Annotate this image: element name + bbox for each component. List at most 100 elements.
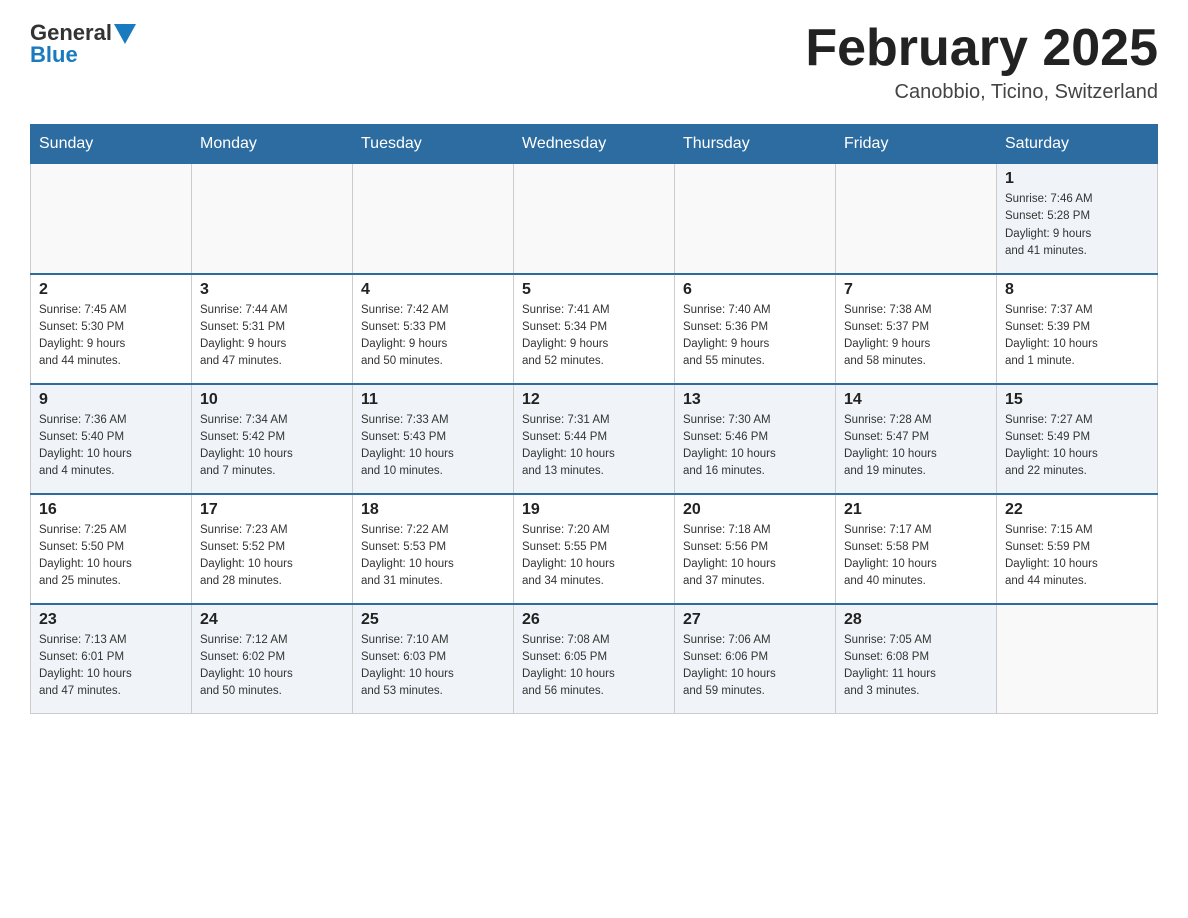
calendar-cell: 2 Sunrise: 7:45 AM Sunset: 5:30 PM Daylig…: [31, 274, 192, 384]
day-info: Sunrise: 7:22 AM Sunset: 5:53 PM Dayligh…: [361, 522, 505, 591]
calendar-table: SundayMondayTuesdayWednesdayThursdayFrid…: [30, 124, 1158, 714]
weekday-header-wednesday: Wednesday: [514, 125, 675, 164]
weekday-header-friday: Friday: [836, 125, 997, 164]
day-info: Sunrise: 7:10 AM Sunset: 6:03 PM Dayligh…: [361, 632, 505, 701]
weekday-header-thursday: Thursday: [675, 125, 836, 164]
day-info: Sunrise: 7:41 AM Sunset: 5:34 PM Dayligh…: [522, 302, 666, 371]
day-info: Sunrise: 7:40 AM Sunset: 5:36 PM Dayligh…: [683, 302, 827, 371]
calendar-cell: 7 Sunrise: 7:38 AM Sunset: 5:37 PM Daylig…: [836, 274, 997, 384]
day-number: 7: [844, 281, 988, 299]
day-number: 28: [844, 611, 988, 629]
calendar-cell: 18 Sunrise: 7:22 AM Sunset: 5:53 PM Dayli…: [353, 494, 514, 604]
day-info: Sunrise: 7:37 AM Sunset: 5:39 PM Dayligh…: [1005, 302, 1149, 371]
weekday-header-saturday: Saturday: [997, 125, 1158, 164]
day-number: 6: [683, 281, 827, 299]
day-number: 24: [200, 611, 344, 629]
calendar-cell: 13Sunrise: 7:30 AM Sunset: 5:46 PM Dayli…: [675, 384, 836, 494]
day-info: Sunrise: 7:38 AM Sunset: 5:37 PM Dayligh…: [844, 302, 988, 371]
day-number: 20: [683, 501, 827, 519]
calendar-cell: 22 Sunrise: 7:15 AM Sunset: 5:59 PM Dayli…: [997, 494, 1158, 604]
calendar-cell: 20 Sunrise: 7:18 AM Sunset: 5:56 PM Dayli…: [675, 494, 836, 604]
calendar-cell: 12Sunrise: 7:31 AM Sunset: 5:44 PM Dayli…: [514, 384, 675, 494]
calendar-cell: 17 Sunrise: 7:23 AM Sunset: 5:52 PM Dayli…: [192, 494, 353, 604]
weekday-header-monday: Monday: [192, 125, 353, 164]
page-header: General Blue February 2025 Canobbio, Tic…: [30, 20, 1158, 104]
calendar-week-row: 16 Sunrise: 7:25 AM Sunset: 5:50 PM Dayli…: [31, 494, 1158, 604]
day-info: Sunrise: 7:42 AM Sunset: 5:33 PM Dayligh…: [361, 302, 505, 371]
calendar-week-row: 9 Sunrise: 7:36 AM Sunset: 5:40 PM Daylig…: [31, 384, 1158, 494]
calendar-cell: 23Sunrise: 7:13 AM Sunset: 6:01 PM Dayli…: [31, 604, 192, 714]
calendar-cell: 14 Sunrise: 7:28 AM Sunset: 5:47 PM Dayli…: [836, 384, 997, 494]
day-info: Sunrise: 7:05 AM Sunset: 6:08 PM Dayligh…: [844, 632, 988, 701]
day-info: Sunrise: 7:12 AM Sunset: 6:02 PM Dayligh…: [200, 632, 344, 701]
location: Canobbio, Ticino, Switzerland: [805, 81, 1158, 104]
day-info: Sunrise: 7:20 AM Sunset: 5:55 PM Dayligh…: [522, 522, 666, 591]
calendar-cell: 10 Sunrise: 7:34 AM Sunset: 5:42 PM Dayli…: [192, 384, 353, 494]
day-info: Sunrise: 7:27 AM Sunset: 5:49 PM Dayligh…: [1005, 412, 1149, 481]
day-number: 15: [1005, 391, 1149, 409]
calendar-cell: 24 Sunrise: 7:12 AM Sunset: 6:02 PM Dayli…: [192, 604, 353, 714]
day-number: 2: [39, 281, 183, 299]
calendar-cell: 16 Sunrise: 7:25 AM Sunset: 5:50 PM Dayli…: [31, 494, 192, 604]
day-info: Sunrise: 7:25 AM Sunset: 5:50 PM Dayligh…: [39, 522, 183, 591]
day-number: 10: [200, 391, 344, 409]
day-info: Sunrise: 7:31 AM Sunset: 5:44 PM Dayligh…: [522, 412, 666, 481]
day-number: 11: [361, 391, 505, 409]
calendar-cell: 11 Sunrise: 7:33 AM Sunset: 5:43 PM Dayli…: [353, 384, 514, 494]
calendar-cell: [997, 604, 1158, 714]
day-info: Sunrise: 7:45 AM Sunset: 5:30 PM Dayligh…: [39, 302, 183, 371]
day-number: 18: [361, 501, 505, 519]
calendar-week-row: 2 Sunrise: 7:45 AM Sunset: 5:30 PM Daylig…: [31, 274, 1158, 384]
calendar-cell: 5 Sunrise: 7:41 AM Sunset: 5:34 PM Daylig…: [514, 274, 675, 384]
day-info: Sunrise: 7:34 AM Sunset: 5:42 PM Dayligh…: [200, 412, 344, 481]
calendar-cell: 1Sunrise: 7:46 AM Sunset: 5:28 PM Daylig…: [997, 164, 1158, 274]
day-info: Sunrise: 7:08 AM Sunset: 6:05 PM Dayligh…: [522, 632, 666, 701]
day-number: 17: [200, 501, 344, 519]
day-info: Sunrise: 7:36 AM Sunset: 5:40 PM Dayligh…: [39, 412, 183, 481]
calendar-cell: 8 Sunrise: 7:37 AM Sunset: 5:39 PM Daylig…: [997, 274, 1158, 384]
day-number: 9: [39, 391, 183, 409]
calendar-cell: [353, 164, 514, 274]
calendar-week-row: 23Sunrise: 7:13 AM Sunset: 6:01 PM Dayli…: [31, 604, 1158, 714]
day-number: 8: [1005, 281, 1149, 299]
day-number: 22: [1005, 501, 1149, 519]
day-info: Sunrise: 7:33 AM Sunset: 5:43 PM Dayligh…: [361, 412, 505, 481]
day-info: Sunrise: 7:44 AM Sunset: 5:31 PM Dayligh…: [200, 302, 344, 371]
calendar-cell: [192, 164, 353, 274]
calendar-cell: [514, 164, 675, 274]
day-number: 21: [844, 501, 988, 519]
calendar-cell: [836, 164, 997, 274]
day-info: Sunrise: 7:13 AM Sunset: 6:01 PM Dayligh…: [39, 632, 183, 701]
calendar-cell: 27Sunrise: 7:06 AM Sunset: 6:06 PM Dayli…: [675, 604, 836, 714]
day-number: 4: [361, 281, 505, 299]
day-info: Sunrise: 7:15 AM Sunset: 5:59 PM Dayligh…: [1005, 522, 1149, 591]
day-info: Sunrise: 7:18 AM Sunset: 5:56 PM Dayligh…: [683, 522, 827, 591]
title-section: February 2025 Canobbio, Ticino, Switzerl…: [805, 20, 1158, 104]
calendar-cell: 21Sunrise: 7:17 AM Sunset: 5:58 PM Dayli…: [836, 494, 997, 604]
calendar-cell: 9 Sunrise: 7:36 AM Sunset: 5:40 PM Daylig…: [31, 384, 192, 494]
calendar-week-row: 1Sunrise: 7:46 AM Sunset: 5:28 PM Daylig…: [31, 164, 1158, 274]
day-info: Sunrise: 7:23 AM Sunset: 5:52 PM Dayligh…: [200, 522, 344, 591]
weekday-header-sunday: Sunday: [31, 125, 192, 164]
day-number: 5: [522, 281, 666, 299]
calendar-cell: 25Sunrise: 7:10 AM Sunset: 6:03 PM Dayli…: [353, 604, 514, 714]
day-number: 19: [522, 501, 666, 519]
day-number: 1: [1005, 170, 1149, 188]
month-title: February 2025: [805, 20, 1158, 77]
calendar-cell: 15 Sunrise: 7:27 AM Sunset: 5:49 PM Dayli…: [997, 384, 1158, 494]
day-number: 16: [39, 501, 183, 519]
logo: General Blue: [30, 20, 136, 68]
day-number: 3: [200, 281, 344, 299]
day-info: Sunrise: 7:28 AM Sunset: 5:47 PM Dayligh…: [844, 412, 988, 481]
day-info: Sunrise: 7:06 AM Sunset: 6:06 PM Dayligh…: [683, 632, 827, 701]
day-number: 26: [522, 611, 666, 629]
day-number: 14: [844, 391, 988, 409]
day-info: Sunrise: 7:30 AM Sunset: 5:46 PM Dayligh…: [683, 412, 827, 481]
logo-triangle-icon: [114, 24, 136, 44]
weekday-header-tuesday: Tuesday: [353, 125, 514, 164]
calendar-cell: [31, 164, 192, 274]
calendar-cell: 3 Sunrise: 7:44 AM Sunset: 5:31 PM Daylig…: [192, 274, 353, 384]
calendar-cell: [675, 164, 836, 274]
calendar-cell: 4 Sunrise: 7:42 AM Sunset: 5:33 PM Daylig…: [353, 274, 514, 384]
calendar-cell: 28 Sunrise: 7:05 AM Sunset: 6:08 PM Dayli…: [836, 604, 997, 714]
